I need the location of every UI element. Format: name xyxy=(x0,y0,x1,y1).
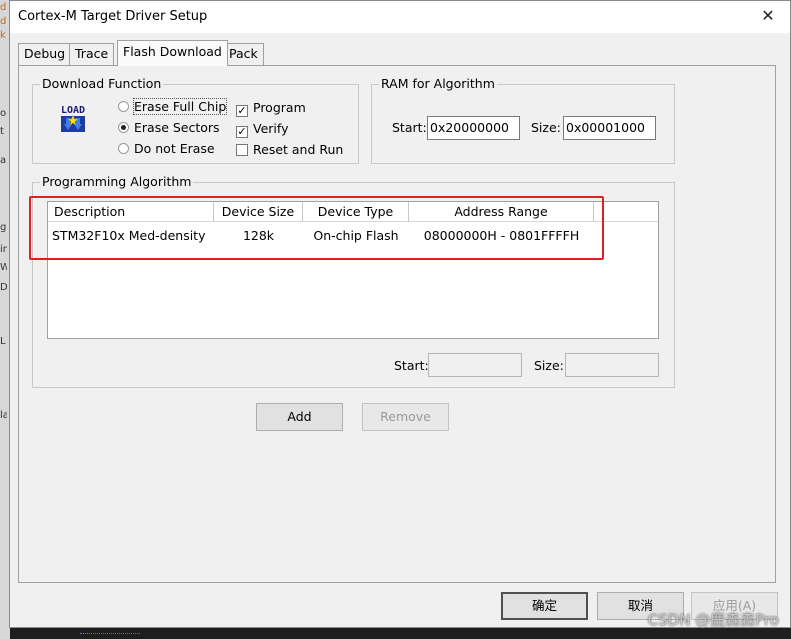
title-bar: Cortex-M Target Driver Setup ✕ xyxy=(10,1,790,33)
algo-size-field xyxy=(565,353,659,377)
download-function-label: Download Function xyxy=(40,76,164,92)
check-icon: ✓ xyxy=(236,125,248,138)
background-text-fragment: o xyxy=(0,108,7,119)
background-text-fragment: in xyxy=(0,244,7,255)
annotation-highlight-box xyxy=(29,196,604,260)
ram-size-field[interactable]: 0x00001000 xyxy=(563,116,656,140)
radio-indicator xyxy=(118,101,129,112)
verify-label: Verify xyxy=(253,121,289,136)
close-button[interactable]: ✕ xyxy=(746,1,790,31)
erase-sectors-label: Erase Sectors xyxy=(134,120,220,135)
radio-indicator xyxy=(118,143,129,154)
verify-checkbox[interactable]: ✓ Verify xyxy=(236,121,288,138)
background-text-fragment: L xyxy=(0,336,6,347)
watermark: CSDN @鹿森森Pro xyxy=(647,611,779,629)
ok-button[interactable]: 确定 xyxy=(501,592,588,620)
tab-flash-download[interactable]: Flash Download xyxy=(117,40,228,66)
window-title: Cortex-M Target Driver Setup xyxy=(18,9,208,24)
erase-full-chip-radio[interactable]: Erase Full Chip xyxy=(118,98,228,115)
ram-for-algorithm-group: RAM for Algorithm Start: 0x20000000 Size… xyxy=(371,76,675,164)
tab-pack[interactable]: Pack xyxy=(223,43,264,65)
ram-for-algorithm-label: RAM for Algorithm xyxy=(379,76,497,92)
background-text-fragment: t xyxy=(0,126,4,137)
ram-start-field[interactable]: 0x20000000 xyxy=(427,116,520,140)
ram-start-label: Start: xyxy=(392,120,427,135)
add-button[interactable]: Add xyxy=(256,403,343,431)
check-icon: ✓ xyxy=(236,104,248,117)
load-icon: LOAD xyxy=(57,103,89,135)
reset-and-run-label: Reset and Run xyxy=(253,142,344,157)
background-text-fragment: d xyxy=(0,2,7,13)
background-text-fragment: d xyxy=(0,16,7,27)
algo-start-field xyxy=(428,353,522,377)
do-not-erase-radio[interactable]: Do not Erase xyxy=(118,141,215,157)
program-checkbox[interactable]: ✓ Program xyxy=(236,100,306,117)
tab-page-flash-download: Download Function LOAD Erase Full Chip E… xyxy=(18,65,776,583)
programming-algorithm-label: Programming Algorithm xyxy=(40,174,194,190)
background-text-fragment: W xyxy=(0,262,7,273)
background-text-fragment: a xyxy=(0,155,7,166)
background-text-fragment: D xyxy=(0,282,7,293)
background-scribble xyxy=(80,633,140,635)
erase-sectors-radio[interactable]: Erase Sectors xyxy=(118,120,220,136)
remove-button[interactable]: Remove xyxy=(362,403,449,431)
background-text-fragment: la xyxy=(0,410,7,421)
tab-trace[interactable]: Trace xyxy=(69,43,115,65)
load-icon-text: LOAD xyxy=(61,105,85,116)
erase-full-chip-label: Erase Full Chip xyxy=(132,98,228,115)
algo-start-label: Start: xyxy=(394,358,429,373)
tab-debug[interactable]: Debug xyxy=(18,43,72,65)
reset-and-run-checkbox[interactable]: Reset and Run xyxy=(236,142,343,158)
target-driver-setup-dialog: Cortex-M Target Driver Setup ✕ Debug Tra… xyxy=(9,0,791,628)
background-text-fragment: g xyxy=(0,222,7,233)
radio-indicator-selected xyxy=(118,122,129,133)
algo-size-label: Size: xyxy=(534,358,564,373)
ram-size-label: Size: xyxy=(531,120,561,135)
download-function-group: Download Function LOAD Erase Full Chip E… xyxy=(32,76,359,164)
do-not-erase-label: Do not Erase xyxy=(134,141,215,156)
program-label: Program xyxy=(253,100,306,115)
checkbox-empty xyxy=(236,144,248,156)
background-text-fragment: k xyxy=(0,30,6,41)
